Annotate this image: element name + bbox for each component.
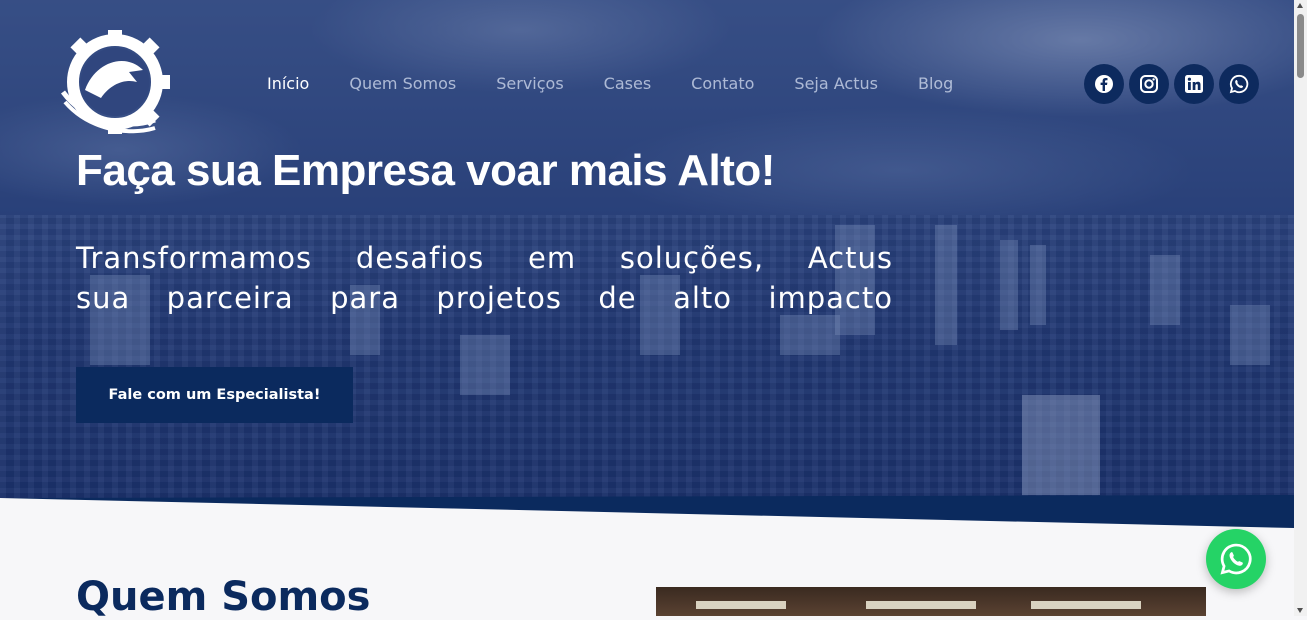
nav-item-contato[interactable]: Contato <box>691 74 754 93</box>
instagram-icon[interactable] <box>1129 64 1169 104</box>
main-nav: Início Quem Somos Serviços Cases Contato… <box>267 74 993 93</box>
hero-subtitle: Transformamos desafios em soluções, Actu… <box>76 238 893 318</box>
hero-section: Início Quem Somos Serviços Cases Contato… <box>0 0 1294 530</box>
nav-item-quem-somos[interactable]: Quem Somos <box>349 74 456 93</box>
scrollbar-thumb[interactable] <box>1297 14 1304 78</box>
scroll-up-arrow-icon[interactable] <box>1297 3 1303 8</box>
linkedin-icon[interactable] <box>1174 64 1214 104</box>
scroll-down-arrow-icon[interactable] <box>1297 608 1303 613</box>
whatsapp-icon[interactable] <box>1219 64 1259 104</box>
page-scrollbar[interactable] <box>1294 0 1307 616</box>
nav-item-cases[interactable]: Cases <box>604 74 652 93</box>
nav-item-seja-actus[interactable]: Seja Actus <box>794 74 878 93</box>
talk-to-specialist-button[interactable]: Fale com um Especialista! <box>76 367 353 423</box>
about-photo <box>656 587 1206 616</box>
hero-subtitle-line-1: Transformamos desafios em soluções, Actu… <box>76 241 893 275</box>
nav-item-servicos[interactable]: Serviços <box>496 74 563 93</box>
whatsapp-icon <box>1220 543 1252 575</box>
hero-subtitle-line-2: sua parceira para projetos de alto impac… <box>76 281 893 315</box>
nav-item-inicio[interactable]: Início <box>267 74 309 93</box>
hero-bottom-wedge <box>0 495 1294 530</box>
facebook-icon[interactable] <box>1084 64 1124 104</box>
hero-title: Faça sua Empresa voar mais Alto! <box>76 146 775 195</box>
actus-logo[interactable] <box>60 26 171 138</box>
section-title-quem-somos: Quem Somos <box>76 574 371 620</box>
whatsapp-float-button[interactable] <box>1206 529 1266 589</box>
nav-item-blog[interactable]: Blog <box>918 74 953 93</box>
social-links <box>1084 64 1259 104</box>
